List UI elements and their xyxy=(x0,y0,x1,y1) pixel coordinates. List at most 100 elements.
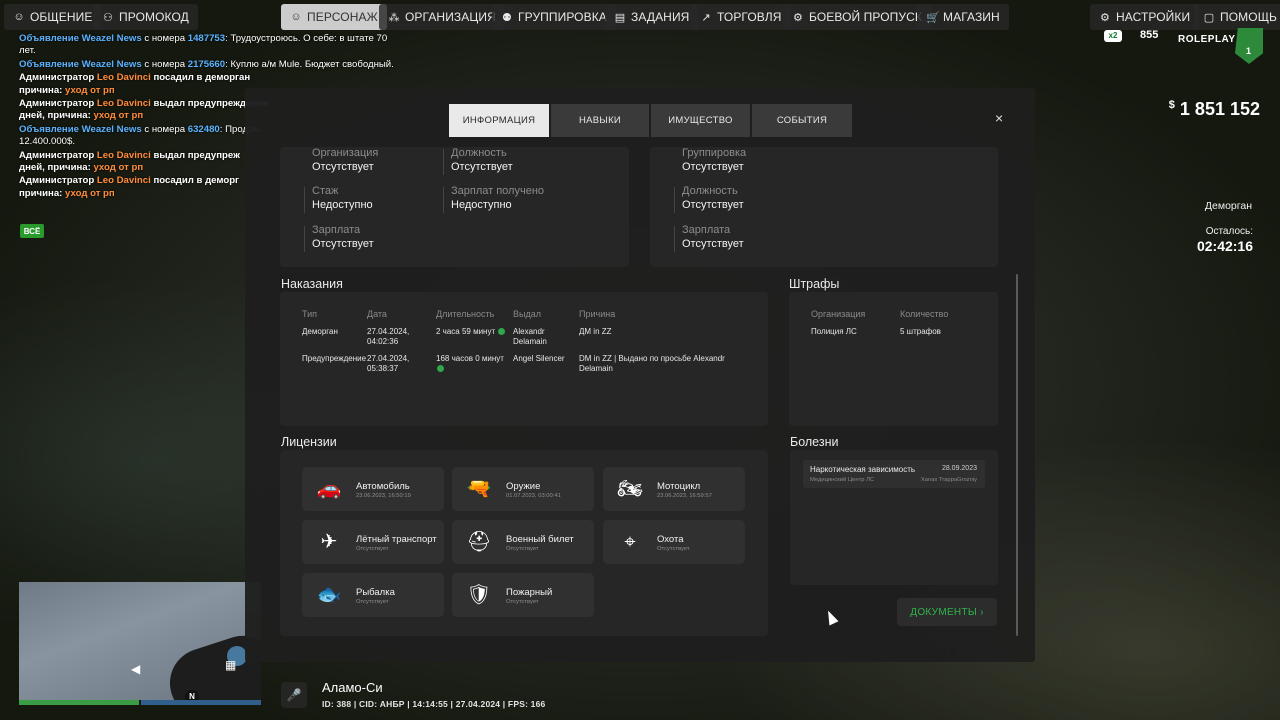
license-car[interactable]: 🚗 Автомобиль 23.06.2023, 16:50:19 xyxy=(302,467,444,511)
license-name: Автомобиль xyxy=(356,481,410,492)
nav-promo-button[interactable]: ⚇ ПРОМОКОД xyxy=(93,4,198,30)
server-logo: x2 855 ROLEPLAY 1 xyxy=(1100,28,1270,68)
group-panel: Группировка Отсутствует Должность Отсутс… xyxy=(650,147,998,267)
license-date: Отсутствует xyxy=(356,546,389,552)
tab-events[interactable]: СОБЫТИЯ xyxy=(752,104,852,137)
disease-doctor: Xanax TrappaGrozniy xyxy=(920,477,977,483)
license-name: Охота xyxy=(657,534,684,545)
table-header: Тип xyxy=(302,309,318,319)
license-name: Пожарный xyxy=(506,587,553,598)
group-icon: ⚉ xyxy=(502,11,512,24)
nav-trade-button[interactable]: ↗ ТОРГОВЛЯ xyxy=(691,4,791,30)
online-count: 855 xyxy=(1140,29,1159,41)
helmet-icon: ⛑ xyxy=(466,531,492,553)
tab-skills[interactable]: НАВЫКИ xyxy=(551,104,649,137)
licenses-panel: 🚗 Автомобиль 23.06.2023, 16:50:19 🔫 Оруж… xyxy=(280,450,768,636)
close-icon[interactable]: × xyxy=(995,110,1003,126)
nav-tasks-button[interactable]: ▤ ЗАДАНИЯ xyxy=(605,4,699,30)
license-date: 23.06.2023, 16:59:57 xyxy=(657,493,712,499)
nav-shop-button[interactable]: 🛒 МАГАЗИН xyxy=(917,4,1009,30)
diseases-title: Болезни xyxy=(790,435,839,449)
license-air[interactable]: ✈ Лётный транспорт Отсутствует xyxy=(302,520,444,564)
nav-label: МАГАЗИН xyxy=(943,10,1000,24)
promo-icon: ⚇ xyxy=(103,11,113,24)
nav-label: БОЕВОЙ ПРОПУСК xyxy=(809,10,922,24)
armor-bar xyxy=(141,700,261,705)
table-header: Длительность xyxy=(436,309,495,319)
status-line: ID: 388 | CID: АНБР | 14:14:55 | 27.04.2… xyxy=(322,699,546,709)
roleplay-label: ROLEPLAY xyxy=(1178,34,1236,45)
license-military[interactable]: ⛑ Военный билет Отсутствует xyxy=(452,520,594,564)
player-arrow-icon: ◀ xyxy=(131,662,141,676)
gift-icon: ▦ xyxy=(225,658,237,672)
rifle-icon: 🔫 xyxy=(466,478,492,500)
table-header: Дата xyxy=(367,309,387,319)
microphone-icon[interactable]: 🎤 xyxy=(281,682,307,708)
modal-scrollbar[interactable] xyxy=(1016,274,1018,636)
fines-title: Штрафы xyxy=(789,277,840,291)
fines-table: Организация Количество Полиция ЛС 5 штра… xyxy=(789,292,998,426)
nav-label: ОБЩЕНИЕ xyxy=(30,10,93,24)
nav-label: ГРУППИРОВКА xyxy=(518,10,607,24)
group-position-field: Должность Отсутствует xyxy=(674,185,744,213)
group-field: Группировка Отсутствует xyxy=(682,147,747,173)
nav-organization-button[interactable]: ⁂ ОРГАНИЗАЦИЯ xyxy=(379,4,505,30)
punishments-title: Наказания xyxy=(281,277,343,291)
minimap: ◀ ▦ N xyxy=(19,582,261,700)
nav-chat-button[interactable]: ☺ ОБЩЕНИЕ xyxy=(4,4,102,30)
active-status-dot xyxy=(437,365,444,373)
money-value: 1 851 152 xyxy=(1179,99,1260,119)
nav-label: ЗАДАНИЯ xyxy=(631,10,690,24)
tab-property[interactable]: ИМУЩЕСТВО xyxy=(651,104,750,137)
motorcycle-icon: 🏍 xyxy=(617,478,643,500)
table-header: Причина xyxy=(579,309,616,319)
license-fishing[interactable]: 🐟 Рыбалка Отсутствует xyxy=(302,573,444,617)
license-name: Мотоцикл xyxy=(657,481,701,492)
active-status-dot xyxy=(498,328,506,336)
currency-sign: $ xyxy=(1168,99,1175,111)
license-hunting[interactable]: ⌖ Охота Отсутствует xyxy=(603,520,745,564)
chat-line: Объявление Weazel News с номера 2175660:… xyxy=(19,58,394,70)
nav-group-button[interactable]: ⚉ ГРУППИРОВКА xyxy=(492,4,616,30)
nav-settings-button[interactable]: ⚙ НАСТРОЙКИ xyxy=(1090,4,1200,30)
organization-field: Организация Отсутствует xyxy=(312,147,379,173)
license-date: Отсутствует xyxy=(356,599,389,605)
documents-button[interactable]: ДОКУМЕНТЫ › xyxy=(897,598,997,626)
nav-help-button[interactable]: ▢ ПОМОЩЬ xyxy=(1194,4,1280,30)
nav-label: ПРОМОКОД xyxy=(119,10,189,24)
remaining-label: Осталось: xyxy=(1205,226,1253,237)
nav-battlepass-button[interactable]: ⚙ БОЕВОЙ ПРОПУСК xyxy=(783,4,931,30)
nav-label: НАСТРОЙКИ xyxy=(1116,10,1191,24)
help-icon: ▢ xyxy=(1203,11,1215,24)
license-date: Отсутствует xyxy=(657,546,690,552)
license-firefighter[interactable]: 🛡 Пожарный Отсутствует xyxy=(452,573,594,617)
disease-item: Наркотическая зависимость 28.09.2023 Мед… xyxy=(803,460,985,488)
top-navigation: ☺ ОБЩЕНИЕ ⚇ ПРОМОКОД ☺ ПЕРСОНАЖ ⁂ ОРГАНИ… xyxy=(0,4,1280,30)
trade-icon: ↗ xyxy=(701,11,711,24)
disease-name: Наркотическая зависимость xyxy=(810,465,916,474)
license-weapon[interactable]: 🔫 Оружие 01.07.2023, 03:00:41 xyxy=(452,467,594,511)
license-name: Военный билет xyxy=(506,534,574,545)
license-motorcycle[interactable]: 🏍 Мотоцикл 23.06.2023, 16:59:57 xyxy=(603,467,745,511)
table-header: Организация xyxy=(811,309,866,319)
position-field: Должность Отсутствует xyxy=(443,147,513,175)
disease-clinic: Медицинский Центр ЛС xyxy=(810,477,875,483)
gear-icon: ⚙ xyxy=(1100,11,1110,24)
tab-information[interactable]: ИНФОРМАЦИЯ xyxy=(449,104,549,137)
health-bar xyxy=(19,700,139,705)
license-date: 23.06.2023, 16:50:19 xyxy=(356,493,411,499)
car-icon: 🚗 xyxy=(316,478,342,500)
licenses-title: Лицензии xyxy=(281,435,337,449)
crosshair-icon: ⌖ xyxy=(624,531,636,553)
license-name: Лётный транспорт xyxy=(356,534,437,545)
chat-filter-all-badge[interactable]: ВСЁ xyxy=(20,224,44,238)
salary-field: Зарплата Отсутствует xyxy=(304,224,374,252)
fishing-icon: 🐟 xyxy=(316,584,342,606)
nav-character-button[interactable]: ☺ ПЕРСОНАЖ xyxy=(281,4,387,30)
tasks-icon: ▤ xyxy=(614,11,626,24)
north-indicator: N xyxy=(185,690,199,700)
cart-icon: 🛒 xyxy=(926,11,940,24)
nav-label: ТОРГОВЛЯ xyxy=(717,10,782,24)
tenure-field: Стаж Недоступно xyxy=(304,185,373,213)
nav-label: ПОМОЩЬ xyxy=(1220,10,1278,24)
